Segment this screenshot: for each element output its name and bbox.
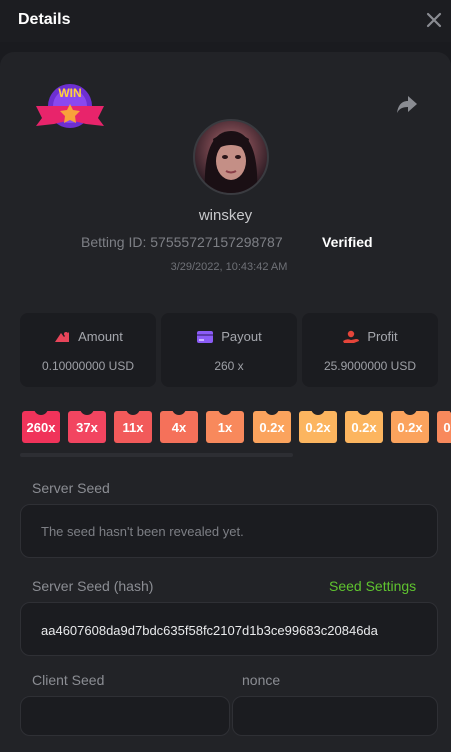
- betting-id-value: 57555727157298787: [150, 234, 283, 250]
- avatar: [193, 119, 269, 195]
- multiplier-chip: 0.2x: [345, 411, 383, 443]
- multiplier-chip: 11x: [114, 411, 152, 443]
- betting-id: Betting ID: 57555727157298787: [81, 234, 283, 250]
- badge-text: WIN: [58, 86, 81, 100]
- share-icon[interactable]: [395, 93, 419, 115]
- username: winskey: [198, 207, 253, 224]
- server-seed-label: Server Seed: [32, 480, 110, 496]
- avatar-image: [204, 131, 258, 193]
- payout-value: 260 x: [214, 359, 244, 373]
- multiplier-chip: 0.2x: [253, 411, 291, 443]
- multiplier-chip: 0.2x: [391, 411, 429, 443]
- close-icon[interactable]: [426, 12, 442, 28]
- payout-stat: Payout 260 x: [161, 313, 297, 387]
- seed-settings-link[interactable]: Seed Settings: [329, 578, 416, 594]
- client-seed-label: Client Seed: [32, 672, 105, 688]
- profit-label: Profit: [367, 329, 398, 344]
- profit-hand-icon: [343, 330, 360, 343]
- details-title: Details: [18, 11, 71, 28]
- server-seed-hash-value: aa4607608da9d7bdc635f58fc2107d1b3ce99683…: [41, 623, 378, 638]
- multiplier-strip: 260x 37x 11x 4x 1x 0.2x 0.2x 0.2x 0.2x 0…: [22, 411, 451, 443]
- server-seed-field[interactable]: The seed hasn't been revealed yet.: [20, 504, 438, 558]
- multiplier-scrollbar[interactable]: [20, 453, 293, 457]
- nonce-field[interactable]: [232, 696, 438, 736]
- profit-value: 25.9000000 USD: [323, 359, 417, 373]
- amount-label: Amount: [78, 329, 123, 344]
- payout-label: Payout: [221, 329, 262, 344]
- betting-id-label: Betting ID:: [81, 234, 147, 250]
- multiplier-chip: 37x: [68, 411, 106, 443]
- verified-link[interactable]: Verified: [322, 234, 373, 250]
- amount-value: 0.10000000 USD: [41, 359, 135, 373]
- bet-datetime: 3/29/2022, 10:43:42 AM: [170, 261, 288, 273]
- client-seed-field[interactable]: [20, 696, 230, 736]
- server-seed-value: The seed hasn't been revealed yet.: [41, 524, 244, 539]
- win-badge-icon: WIN: [36, 84, 104, 128]
- profit-stat: Profit 25.9000000 USD: [302, 313, 438, 387]
- amount-icon: [55, 332, 70, 342]
- server-seed-hash-label: Server Seed (hash): [32, 578, 154, 594]
- nonce-label: nonce: [242, 672, 281, 688]
- multiplier-chip: 1x: [206, 411, 244, 443]
- multiplier-chip: 260x: [22, 411, 60, 443]
- multiplier-chip: 4x: [160, 411, 198, 443]
- multiplier-chip: 0.2x: [437, 411, 451, 443]
- amount-stat: Amount 0.10000000 USD: [20, 313, 156, 387]
- payout-card-icon: [197, 331, 214, 343]
- multiplier-chip: 0.2x: [299, 411, 337, 443]
- details-header: Details: [0, 0, 451, 42]
- server-seed-hash-field[interactable]: aa4607608da9d7bdc635f58fc2107d1b3ce99683…: [20, 602, 438, 656]
